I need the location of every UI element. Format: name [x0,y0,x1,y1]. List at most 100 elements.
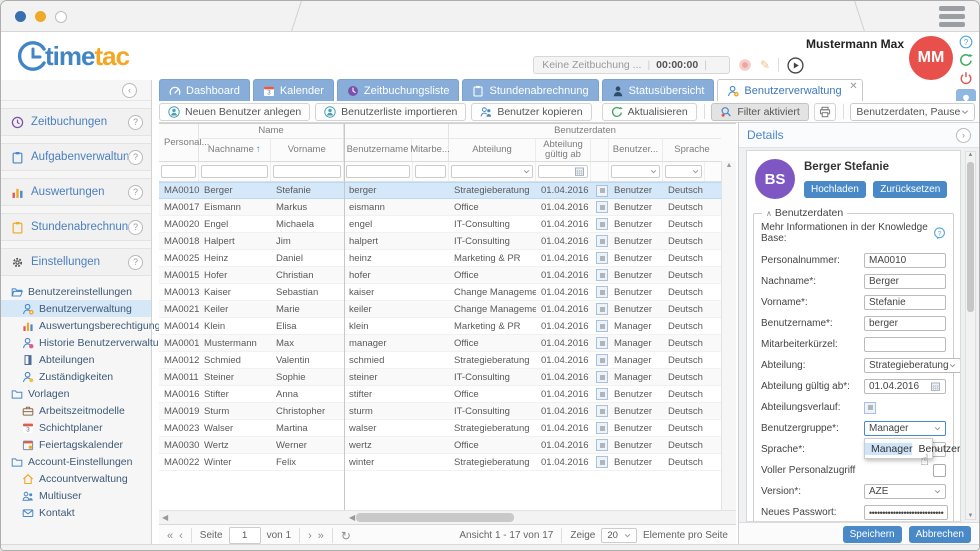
reset-button[interactable]: Zurücksetzen [873,181,947,198]
section-help-icon[interactable]: ? [128,220,143,235]
abteilungsverlauf-icon[interactable] [596,201,608,213]
abteilung-gueltig-ab-input[interactable]: 01.04.2016 [864,379,946,394]
sidebar-item-zuständigkeiten[interactable]: Zuständigkeiten [1,368,151,385]
timer-selector[interactable]: Keine Zeitbuchung ... | 00:00:00 | [533,56,730,74]
mitarbeiterkuerzel-input[interactable] [864,337,946,352]
column-view-select[interactable]: Benutzerdaten, Pausenregelung, Ru [850,103,975,121]
dropdown-option-manager[interactable]: Manager [865,443,912,455]
window-button-1[interactable] [15,11,26,22]
sidebar-item-multiuser[interactable]: Multiuser [1,487,151,504]
grid-vertical-scrollbar[interactable]: ▲ [721,161,736,510]
save-button[interactable]: Speichern [843,526,902,543]
abteilungsverlauf-icon[interactable] [596,388,608,400]
details-scrollbar-thumb[interactable] [967,162,974,312]
next-page-button[interactable]: › [308,530,312,542]
version-select[interactable]: AZE [864,484,946,499]
filter-date-input[interactable] [538,165,588,178]
sidebar-section-aufgabenverwaltung[interactable]: Aufgabenverwaltung ? [1,143,151,171]
col-header-personal[interactable]: Personal... [159,124,199,161]
col-header-abteilung-gueltig[interactable]: Abteilung gültig ab [536,139,591,161]
prev-page-button[interactable]: ‹ [179,530,183,542]
col-header-verlauf[interactable] [591,139,609,161]
abteilungsverlauf-icon[interactable] [596,286,608,298]
calendar-icon[interactable] [930,381,941,392]
table-row[interactable]: MA0020EngelMichaelaengelIT-Consulting01.… [159,216,736,233]
page-number-input[interactable] [229,527,261,544]
abteilungsverlauf-icon[interactable] [596,456,608,468]
hscroll-thumb[interactable] [356,513,514,522]
neues-passwort-input[interactable]: •••••••••••••••••••••••••••• [864,505,948,520]
benutzerliste-importieren-button[interactable]: Benutzerliste importieren [315,103,466,121]
window-button-2[interactable] [35,11,46,22]
filter-active-button[interactable]: Filter aktiviert [711,103,808,121]
sidebar-item-arbeitszeitmodelle[interactable]: Arbeitszeitmodelle [1,402,151,419]
abteilungsverlauf-icon[interactable] [596,439,608,451]
section-help-icon[interactable]: ? [128,150,143,165]
tab-statusübersicht[interactable]: Statusübersicht [602,79,715,101]
abteilungsverlauf-icon[interactable] [596,185,608,197]
details-scrollbar[interactable]: ▲ ▼ [965,151,976,520]
neuen-benutzer-anlegen-button[interactable]: Neuen Benutzer anlegen [159,103,310,121]
vorname-input[interactable]: Stefanie [864,295,946,310]
record-button[interactable] [738,58,752,72]
person-avatar[interactable]: BS [755,159,795,199]
sidebar-item-historie-benutzerverwaltung[interactable]: Historie Benutzerverwaltung [1,334,151,351]
tab-zeitbuchungsliste[interactable]: Zeitbuchungsliste [337,79,460,101]
table-row[interactable]: MA0022WinterFelixwinterStrategieberatung… [159,454,736,471]
col-header-vorname[interactable]: Vorname [271,139,344,161]
sidebar-item-account-einstellungen[interactable]: Account-Einstellungen [1,453,151,470]
last-page-button[interactable]: » [318,530,324,542]
power-icon[interactable] [959,71,973,85]
col-header-benutzername[interactable]: Benutzername [344,139,412,161]
play-button[interactable] [787,57,804,74]
table-row[interactable]: MA0025HeinzDanielheinzMarketing & PR01.0… [159,250,736,267]
table-row[interactable]: MA0018HalpertJimhalpertIT-Consulting01.0… [159,233,736,250]
sidebar-item-accountverwaltung[interactable]: Accountverwaltung [1,470,151,487]
refresh-icon[interactable] [959,53,973,67]
personalnummer-input[interactable]: MA0010 [864,253,946,268]
upload-button[interactable]: Hochladen [804,181,866,198]
benutzergruppe-select[interactable]: Manager [864,421,946,436]
tab-stundenabrechnung[interactable]: Stundenabrechnung [462,79,598,101]
sidebar-collapse-button[interactable]: ‹ [122,83,137,98]
window-button-3[interactable] [55,11,67,23]
close-tab-icon[interactable]: ✕ [849,81,857,92]
filter-benutzername-input[interactable] [346,165,410,178]
col-header-sprache[interactable]: Sprache [663,139,721,161]
filter-gruppe-select[interactable] [611,165,660,178]
col-header-benutzergruppe[interactable]: Benutzer... [609,139,663,161]
sidebar-section-auswertungen[interactable]: Auswertungen ? [1,178,151,206]
abteilungsverlauf-icon[interactable] [596,354,608,366]
user-avatar[interactable]: MM [909,36,953,80]
print-button[interactable] [814,103,836,121]
benutzer-kopieren-button[interactable]: Benutzer kopieren [471,103,591,121]
sidebar-item-schichtplaner[interactable]: 3 Schichtplaner [1,419,151,436]
tab-kalender[interactable]: 3 Kalender [253,79,334,101]
table-row[interactable]: MA0015HoferChristianhoferOffice01.04.201… [159,267,736,284]
table-row[interactable]: MA0014KleinElisakleinMarketing & PR01.04… [159,318,736,335]
sidebar-item-auswertungsberechtigungen[interactable]: Auswertungsberechtigungen [1,317,151,334]
help-icon[interactable]: ? [959,35,973,49]
nachname-input[interactable]: Berger [864,274,946,289]
table-row[interactable]: MA0012SchmiedValentinschmiedStrategieber… [159,352,736,369]
filter-personal-input[interactable] [161,165,196,178]
sidebar-section-einstellungen[interactable]: Einstellungen ? [1,248,151,276]
abteilungsverlauf-icon[interactable] [596,422,608,434]
table-row[interactable]: MA0017EismannMarkuseismannOffice01.04.20… [159,199,736,216]
table-row[interactable]: MA0013KaiserSebastiankaiserChange Manage… [159,284,736,301]
table-row[interactable]: MA0019SturmChristophersturmIT-Consulting… [159,403,736,420]
table-row[interactable]: MA0001MustermannMaxmanagerOffice01.04.20… [159,335,736,352]
abteilungsverlauf-icon[interactable] [596,235,608,247]
section-help-icon[interactable]: ? [128,115,143,130]
sidebar-item-feiertagskalender[interactable]: Feiertagskalender [1,436,151,453]
abteilungsverlauf-icon[interactable] [596,252,608,264]
section-help-icon[interactable]: ? [128,255,143,270]
abteilungsverlauf-icon[interactable] [596,303,608,315]
table-row[interactable]: MA0011SteinerSophiesteinerIT-Consulting0… [159,369,736,386]
benutzername-input[interactable]: berger [864,316,946,331]
first-page-button[interactable]: « [167,530,173,542]
help-bubble-icon[interactable]: ? [933,227,946,240]
table-row[interactable]: MA0010BergerStefaniebergerStrategieberat… [159,182,736,199]
reload-grid-icon[interactable]: ↻ [341,529,351,543]
details-collapse-button[interactable]: › [956,128,971,143]
